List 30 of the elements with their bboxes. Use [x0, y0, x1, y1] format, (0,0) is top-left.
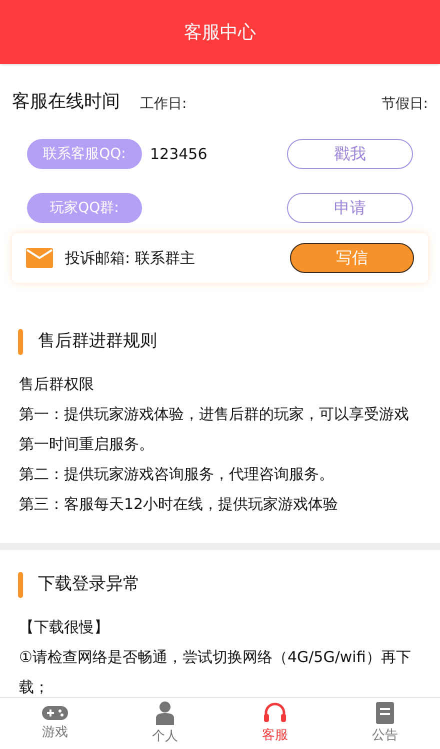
contact-button[interactable]: 戳我 [287, 139, 413, 169]
contact-label: 联系客服QQ: [27, 139, 142, 169]
holiday-label: 节假日: [381, 95, 428, 114]
contact-label: 玩家QQ群: [27, 193, 142, 223]
section-paragraph: 【下载很慢】 [19, 617, 110, 638]
section-paragraph: 第一：提供玩家游戏体验，进售后群的玩家，可以享受游戏第一时间重启服务。 [19, 404, 410, 455]
workday-label: 工作日: [140, 95, 187, 114]
tab[interactable]: 公告 [330, 698, 440, 749]
section-paragraph: 第二：提供玩家游戏咨询服务，代理咨询服务。 [19, 464, 335, 485]
section-paragraph: 第三：客服每天12小时在线，提供玩家游戏体验 [19, 494, 340, 515]
qq-number: 123456 [150, 144, 208, 165]
write-button[interactable]: 写信 [290, 243, 414, 273]
tab[interactable]: 游戏 [0, 698, 110, 749]
section-marker [18, 572, 23, 598]
tab[interactable]: 个人 [110, 698, 220, 749]
document-icon [375, 702, 395, 724]
section-title: 售后群进群规则 [38, 330, 157, 354]
service-hours-title: 客服在线时间 [12, 90, 120, 114]
person-icon [156, 700, 174, 725]
email-text: 投诉邮箱: 联系群主 [65, 248, 195, 269]
section-marker [18, 329, 23, 355]
headset-icon [263, 702, 287, 724]
tab[interactable]: 客服 [220, 698, 330, 749]
gamepad-icon [42, 704, 68, 721]
envelope-icon [26, 248, 53, 268]
section-title: 下载登录异常 [38, 573, 140, 596]
contact-button[interactable]: 申请 [287, 193, 413, 223]
header-title: 客服中心 [184, 20, 256, 44]
section-paragraph: 售后群权限 [19, 374, 95, 395]
section-paragraph: ①请检查网络是否畅通，尝试切换网络（4G/5G/wifi）再下载； [19, 647, 412, 697]
